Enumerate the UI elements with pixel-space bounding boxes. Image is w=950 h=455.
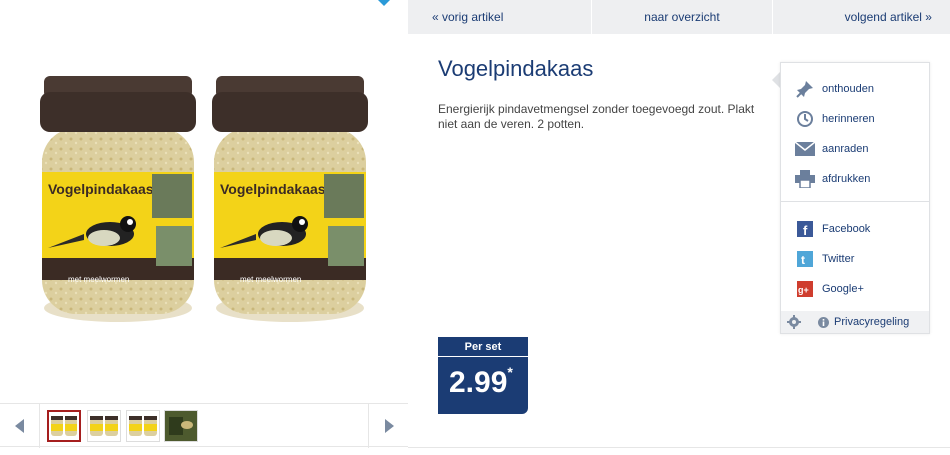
product-description: Energierijk pindavetmengsel zonder toege… [438, 102, 755, 131]
svg-text:g+: g+ [798, 285, 809, 295]
article-navigation: « vorig artikel naar overzicht volgend a… [408, 0, 950, 34]
thumbnail-image [51, 416, 77, 436]
arrow-left-icon [14, 419, 24, 433]
clock-icon [795, 109, 815, 129]
action-recommend-label: aanraden [822, 143, 869, 155]
pin-icon [795, 79, 815, 99]
thumbnail-4[interactable] [164, 410, 198, 442]
share-twitter[interactable]: t Twitter [795, 248, 927, 270]
info-icon [818, 316, 829, 328]
product-image-pane: met meelwormen Vogelpindakaas met meelwo… [0, 0, 408, 455]
action-print-label: afdrukken [822, 173, 871, 185]
share-googleplus[interactable]: g+ Google+ [795, 278, 927, 300]
thumbnail-3[interactable] [126, 410, 160, 442]
bookmark-marker-icon [378, 0, 390, 6]
action-recommend[interactable]: aanraden [795, 138, 927, 160]
share-panel: onthouden herinneren aanraden afdrukken … [780, 62, 930, 334]
privacy-link[interactable]: Privacyregeling [834, 316, 909, 328]
action-print[interactable]: afdrukken [795, 168, 927, 190]
printer-icon [795, 169, 815, 189]
footer-divider [408, 447, 950, 448]
panel-footer: Privacyregeling [781, 311, 929, 333]
svg-text:t: t [801, 253, 805, 267]
jar-right: met meelwormen Vogelpindakaas [212, 76, 368, 322]
jar-left-subtext: met meelwormen [68, 275, 129, 284]
thumbnail-prev-button[interactable] [0, 404, 40, 448]
thumbnail-1[interactable] [47, 410, 81, 442]
price-footnote-mark: * [507, 364, 513, 380]
thumbnail-image [129, 416, 157, 436]
mail-icon [795, 139, 815, 159]
thumbnail-next-button[interactable] [368, 404, 408, 448]
action-remind[interactable]: herinneren [795, 108, 927, 130]
next-article-link[interactable]: volgend artikel » [773, 0, 950, 34]
price-unit-label: Per set [438, 337, 528, 357]
svg-text:f: f [803, 223, 808, 237]
share-facebook-label: Facebook [822, 223, 871, 235]
twitter-icon: t [795, 249, 815, 269]
jar-right-subtext: met meelwormen [240, 275, 301, 284]
jar-right-label: Vogelpindakaas [220, 181, 326, 197]
action-remember-label: onthouden [822, 83, 874, 95]
share-twitter-label: Twitter [822, 253, 855, 265]
thumbnail-image [165, 411, 197, 441]
share-facebook[interactable]: f Facebook [795, 218, 927, 240]
price-value: 2.99* [438, 357, 528, 414]
facebook-icon: f [795, 219, 815, 239]
gear-icon[interactable] [787, 315, 801, 329]
jar-left-label: Vogelpindakaas [48, 181, 154, 197]
previous-article-link[interactable]: « vorig artikel [408, 0, 593, 34]
panel-divider [781, 201, 929, 202]
thumbnail-strip [0, 403, 408, 448]
arrow-right-icon [384, 419, 394, 433]
share-googleplus-label: Google+ [822, 283, 864, 295]
googleplus-icon: g+ [795, 279, 815, 299]
action-remember[interactable]: onthouden [795, 78, 927, 100]
product-title: Vogelpindakaas [438, 56, 594, 81]
thumbnail-image [90, 416, 118, 436]
thumbnail-2[interactable] [87, 410, 121, 442]
action-remind-label: herinneren [822, 113, 875, 125]
price-amount: 2.99 [449, 366, 508, 399]
panel-pointer [772, 72, 780, 88]
overview-link[interactable]: naar overzicht [592, 0, 773, 34]
product-photo: met meelwormen Vogelpindakaas met meelwo… [40, 76, 368, 322]
price-box: Per set 2.99* [438, 337, 528, 414]
jar-left: met meelwormen Vogelpindakaas [40, 76, 196, 322]
